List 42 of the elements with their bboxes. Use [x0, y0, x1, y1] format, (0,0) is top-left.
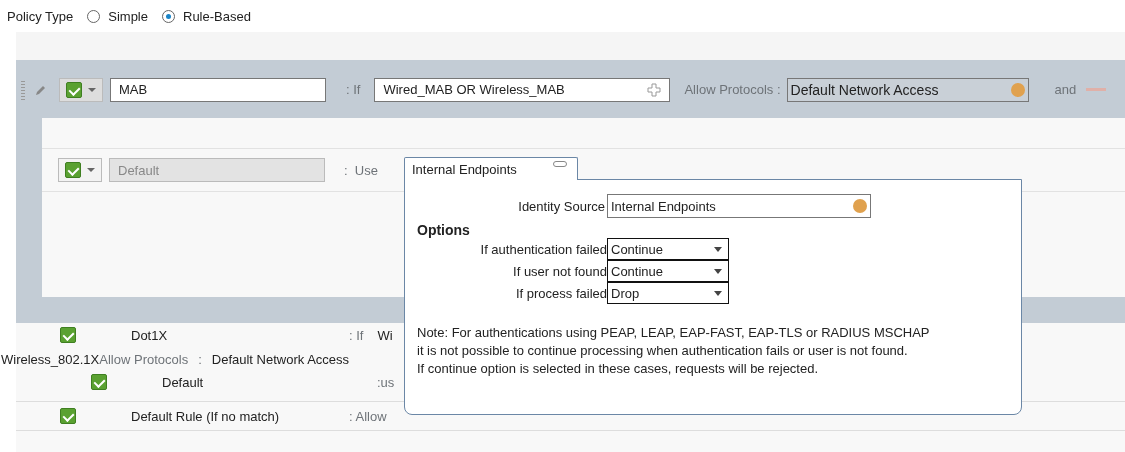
allow-protocols-label: Allow Protocols : — [684, 82, 781, 97]
allow-protocols-label: : Allow — [349, 408, 387, 424]
if-label: : If — [346, 82, 361, 97]
rule-name: Default Rule (If no match) — [131, 408, 281, 424]
option-label: If process failed — [514, 285, 607, 301]
and-label: and — [1054, 82, 1077, 97]
rule-name: Default — [162, 374, 205, 390]
use-label: : Use — [344, 162, 378, 178]
rule-name-field: Default — [109, 158, 325, 182]
option-label: If user not found — [512, 263, 607, 279]
policy-type-label: Policy Type — [7, 8, 74, 24]
radio-option[interactable]: Simple — [87, 8, 148, 24]
option-dropdown[interactable]: Drop — [607, 282, 729, 304]
identity-source-dropdown[interactable]: Internal Endpoints — [607, 194, 871, 218]
note-text: If continue option is selected in these cases, requests will be rejected. — [417, 360, 820, 378]
rule-name-field[interactable]: MAB — [110, 77, 326, 102]
popup-tab[interactable]: Internal Endpoints — [404, 157, 578, 180]
use-label: :us — [377, 374, 395, 390]
status-dropdown[interactable] — [58, 158, 102, 182]
allow-protocols-label: Allow Protocols — [99, 351, 189, 367]
identity-source-label: Identity Source — [517, 198, 605, 214]
option-dropdown[interactable]: Continue — [607, 238, 729, 260]
checkbox[interactable] — [91, 374, 107, 390]
checkbox[interactable] — [60, 327, 76, 343]
option-label: If authentication failed — [479, 241, 607, 257]
note-text: it is not possible to continue processing when authentication fails or user is not found. — [417, 342, 909, 360]
radio-option[interactable]: Rule-Based — [162, 8, 251, 24]
drag-handle-icon[interactable] — [21, 79, 25, 100]
checkbox[interactable] — [60, 408, 76, 424]
condition-text: Wireless_802.1X — [1, 351, 100, 367]
protocols-dropdown[interactable]: Default Network Access — [786, 77, 1029, 102]
if-label: : If — [349, 327, 364, 343]
option-dropdown[interactable]: Continue — [607, 260, 729, 282]
status-dropdown[interactable] — [59, 77, 103, 102]
condition-text: Wi — [377, 327, 393, 343]
condition-field[interactable]: Wired_MAB OR Wireless_MAB — [374, 77, 671, 102]
minimize-icon[interactable] — [553, 161, 567, 167]
protocols-text: Default Network Access — [211, 351, 350, 367]
note-text: Note: For authentications using PEAP, LEAP, EAP-FAST, EAP-TLS or RADIUS MSCHAP — [417, 324, 931, 342]
rule-name: Dot1X — [131, 327, 169, 343]
options-heading: Options — [417, 222, 471, 238]
separator-label: : — [198, 351, 202, 367]
